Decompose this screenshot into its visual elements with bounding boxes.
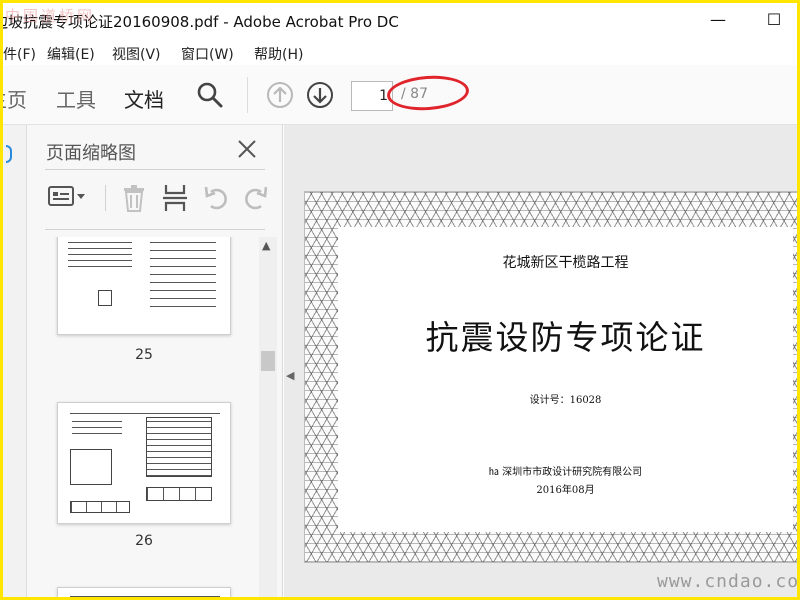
menu-view[interactable]: 视图(V) — [112, 44, 161, 64]
search-icon[interactable] — [196, 81, 224, 109]
thumb-table-line — [150, 282, 216, 283]
thumb-figure — [70, 449, 112, 485]
arrow-down-icon[interactable] — [306, 81, 334, 109]
thumb-table-line — [150, 290, 216, 291]
thumb-text-line — [72, 433, 122, 434]
thumb-figure — [98, 290, 112, 306]
thumb-text-line — [68, 266, 132, 267]
tab-tools[interactable]: 工具 — [56, 84, 96, 113]
page-thumbnails-nav-icon[interactable] — [6, 145, 12, 163]
panel-divider-2 — [45, 229, 265, 230]
document-view[interactable]: ◀ 花城新区干榄路工程 抗震设防专项论证 设计号：16028 ㏊ 深圳市市政设计… — [284, 125, 797, 597]
thumbnail-page-number: 26 — [135, 533, 153, 549]
thumb-rule — [70, 596, 220, 597]
thumb-table-line — [150, 250, 216, 251]
toolbar-divider — [247, 77, 248, 113]
thumb-table-line — [150, 258, 216, 259]
tab-home[interactable]: 主页 — [3, 84, 27, 113]
collapse-panel-icon[interactable]: ◀ — [286, 369, 294, 382]
tool-divider — [105, 185, 106, 211]
maximize-button[interactable]: ☐ — [763, 9, 785, 31]
delete-icon[interactable] — [121, 183, 147, 213]
thumb-table-line — [150, 266, 216, 267]
thumb-table — [146, 417, 212, 477]
page-thumbnail[interactable] — [57, 237, 231, 335]
rotate-right-icon[interactable] — [243, 183, 267, 213]
thumbnail-page-number: 25 — [135, 347, 153, 363]
thumb-text-line — [68, 242, 132, 243]
toolbar: 主页 工具 文档 1 / 87 — [3, 65, 797, 125]
thumb-text-line — [72, 421, 122, 422]
document-date: 2016年08月 — [536, 485, 595, 496]
page-thumbnail[interactable] — [57, 402, 231, 524]
site-watermark-url: www.cndao.com — [657, 571, 800, 592]
menu-help[interactable]: 帮助(H) — [254, 44, 303, 64]
thumb-table-line — [150, 298, 216, 299]
close-icon[interactable] — [235, 137, 259, 161]
navigation-strip — [3, 125, 27, 597]
menu-edit[interactable]: 编辑(E) — [47, 44, 95, 64]
panel-title: 页面缩略图 — [46, 143, 136, 164]
thumb-text-line — [68, 260, 132, 261]
rotate-left-icon[interactable] — [203, 183, 231, 213]
thumb-table-line — [150, 306, 216, 307]
project-name: 花城新区干榄路工程 — [502, 255, 629, 271]
minimize-button[interactable]: — — [707, 9, 729, 31]
thumb-text-line — [72, 427, 122, 428]
pdf-page: 花城新区干榄路工程 抗震设防专项论证 设计号：16028 ㏊ 深圳市市政设计研究… — [304, 191, 797, 563]
arrow-up-icon[interactable] — [266, 81, 294, 109]
page-thumbnail[interactable] — [57, 587, 231, 597]
thumb-table — [146, 487, 212, 501]
thumb-text-line — [68, 248, 132, 249]
panel-divider — [45, 169, 265, 170]
document-title: 抗震设防专项论证 — [425, 318, 706, 357]
thumbnail-options-icon[interactable] — [47, 183, 89, 211]
thumbnail-list: 25 26 — [27, 237, 259, 597]
page-content: 花城新区干榄路工程 抗震设防专项论证 设计号：16028 ㏊ 深圳市市政设计研究… — [338, 227, 793, 532]
extract-icon[interactable] — [161, 183, 189, 213]
page-thumbnails-panel: 页面缩略图 25 26 ▲ — [27, 125, 283, 597]
thumb-text-line — [68, 254, 132, 255]
menu-window[interactable]: 窗口(W) — [181, 44, 234, 64]
scroll-thumb[interactable] — [261, 351, 275, 371]
scroll-up-icon[interactable]: ▲ — [262, 239, 270, 252]
menu-file[interactable]: 文件(F) — [3, 44, 36, 64]
thumb-rule — [70, 413, 220, 414]
company-name: ㏊ 深圳市市政设计研究院有限公司 — [488, 467, 643, 478]
title-bar: 边坡抗震专项论证20160908.pdf - Adobe Acrobat Pro… — [3, 3, 797, 39]
design-number: 设计号：16028 — [529, 395, 602, 406]
thumbnail-scrollbar[interactable]: ▲ — [259, 237, 277, 597]
thumb-table — [70, 501, 130, 513]
tab-document[interactable]: 文档 — [124, 84, 164, 113]
highlight-annotation — [385, 73, 471, 113]
menu-bar: 文件(F) 编辑(E) 视图(V) 窗口(W) 帮助(H) — [3, 39, 797, 65]
thumb-table-line — [150, 274, 216, 275]
thumb-table-line — [150, 242, 216, 243]
site-watermark: 中国道桥网 — [5, 7, 96, 25]
app-window: 边坡抗震专项论证20160908.pdf - Adobe Acrobat Pro… — [0, 0, 800, 600]
